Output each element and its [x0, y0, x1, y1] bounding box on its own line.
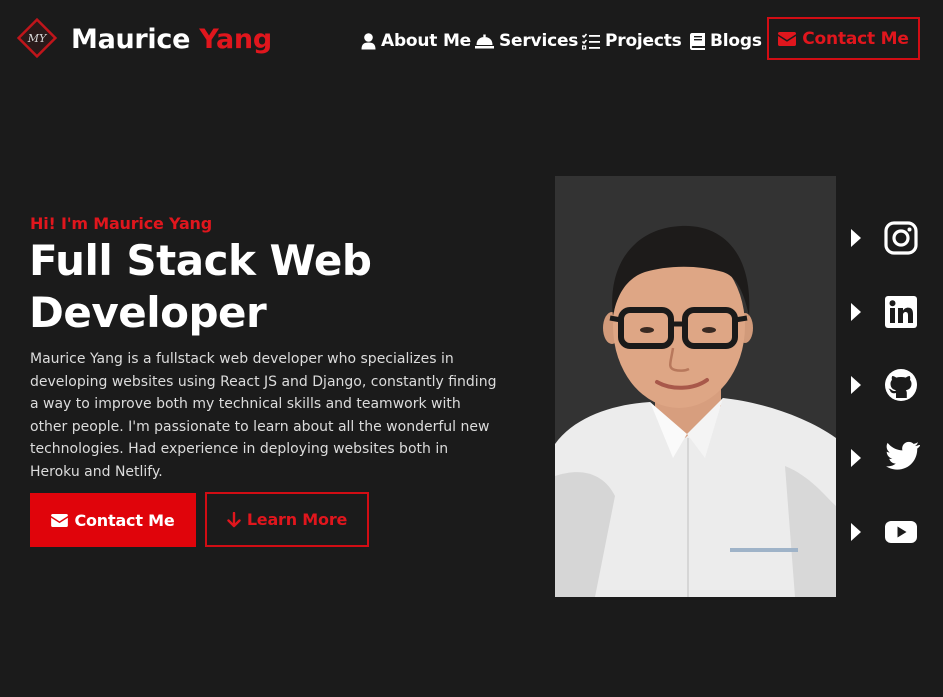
nav-projects[interactable]: Projects — [582, 29, 682, 53]
caret-right-icon — [851, 303, 861, 321]
portfolio-page: MY Maurice Yang About Me Services Projec… — [0, 0, 943, 697]
instagram-icon[interactable] — [884, 221, 918, 255]
social-linkedin[interactable] — [851, 292, 931, 332]
nav-projects-label: Projects — [605, 31, 682, 51]
nav-about-me[interactable]: About Me — [361, 29, 471, 53]
user-icon — [361, 32, 376, 49]
envelope-icon — [51, 513, 69, 527]
nav-contact-button[interactable]: Contact Me — [767, 17, 920, 60]
arrow-down-icon — [227, 511, 241, 527]
svg-text:MY: MY — [27, 32, 48, 45]
nav-about-me-label: About Me — [381, 31, 471, 51]
social-github[interactable] — [851, 365, 931, 405]
envelope-icon — [778, 31, 797, 46]
nav-services-label: Services — [499, 31, 579, 51]
book-icon — [690, 32, 705, 50]
social-youtube[interactable] — [851, 512, 931, 552]
caret-right-icon — [851, 229, 861, 247]
caret-right-icon — [851, 449, 861, 467]
hero-title-line1: Full Stack Web — [29, 236, 372, 285]
profile-photo — [555, 176, 836, 597]
bell-icon — [475, 34, 494, 48]
social-twitter[interactable] — [851, 438, 931, 478]
brand-name[interactable]: Maurice Yang — [71, 23, 272, 57]
nav-blogs[interactable]: Blogs — [690, 29, 762, 53]
nav-services[interactable]: Services — [475, 29, 578, 53]
logo-icon[interactable]: MY — [16, 17, 58, 59]
brand-last-name: Yang — [199, 24, 272, 55]
github-icon[interactable] — [884, 368, 918, 402]
brand-first-name: Maurice — [71, 24, 191, 55]
learn-more-button[interactable]: Learn More — [205, 492, 369, 547]
hero-title-line2: Developer — [29, 288, 267, 337]
twitter-icon[interactable] — [884, 441, 920, 473]
contact-me-label: Contact Me — [74, 510, 175, 530]
contact-me-button[interactable]: Contact Me — [30, 493, 196, 547]
caret-right-icon — [851, 523, 861, 541]
navbar: MY Maurice Yang About Me Services Projec… — [0, 0, 943, 80]
hero-title: Full Stack Web Developer — [29, 235, 469, 339]
hero-greeting: Hi! I'm Maurice Yang — [30, 214, 212, 233]
nav-blogs-label: Blogs — [710, 31, 762, 51]
nav-contact-label: Contact Me — [802, 28, 909, 49]
linkedin-icon[interactable] — [884, 295, 918, 329]
youtube-icon[interactable] — [884, 515, 918, 549]
learn-more-label: Learn More — [246, 510, 348, 529]
hero-bio: Maurice Yang is a fullstack web develope… — [30, 351, 497, 480]
caret-right-icon — [851, 376, 861, 394]
tasks-icon — [582, 32, 600, 50]
social-instagram[interactable] — [851, 218, 931, 258]
